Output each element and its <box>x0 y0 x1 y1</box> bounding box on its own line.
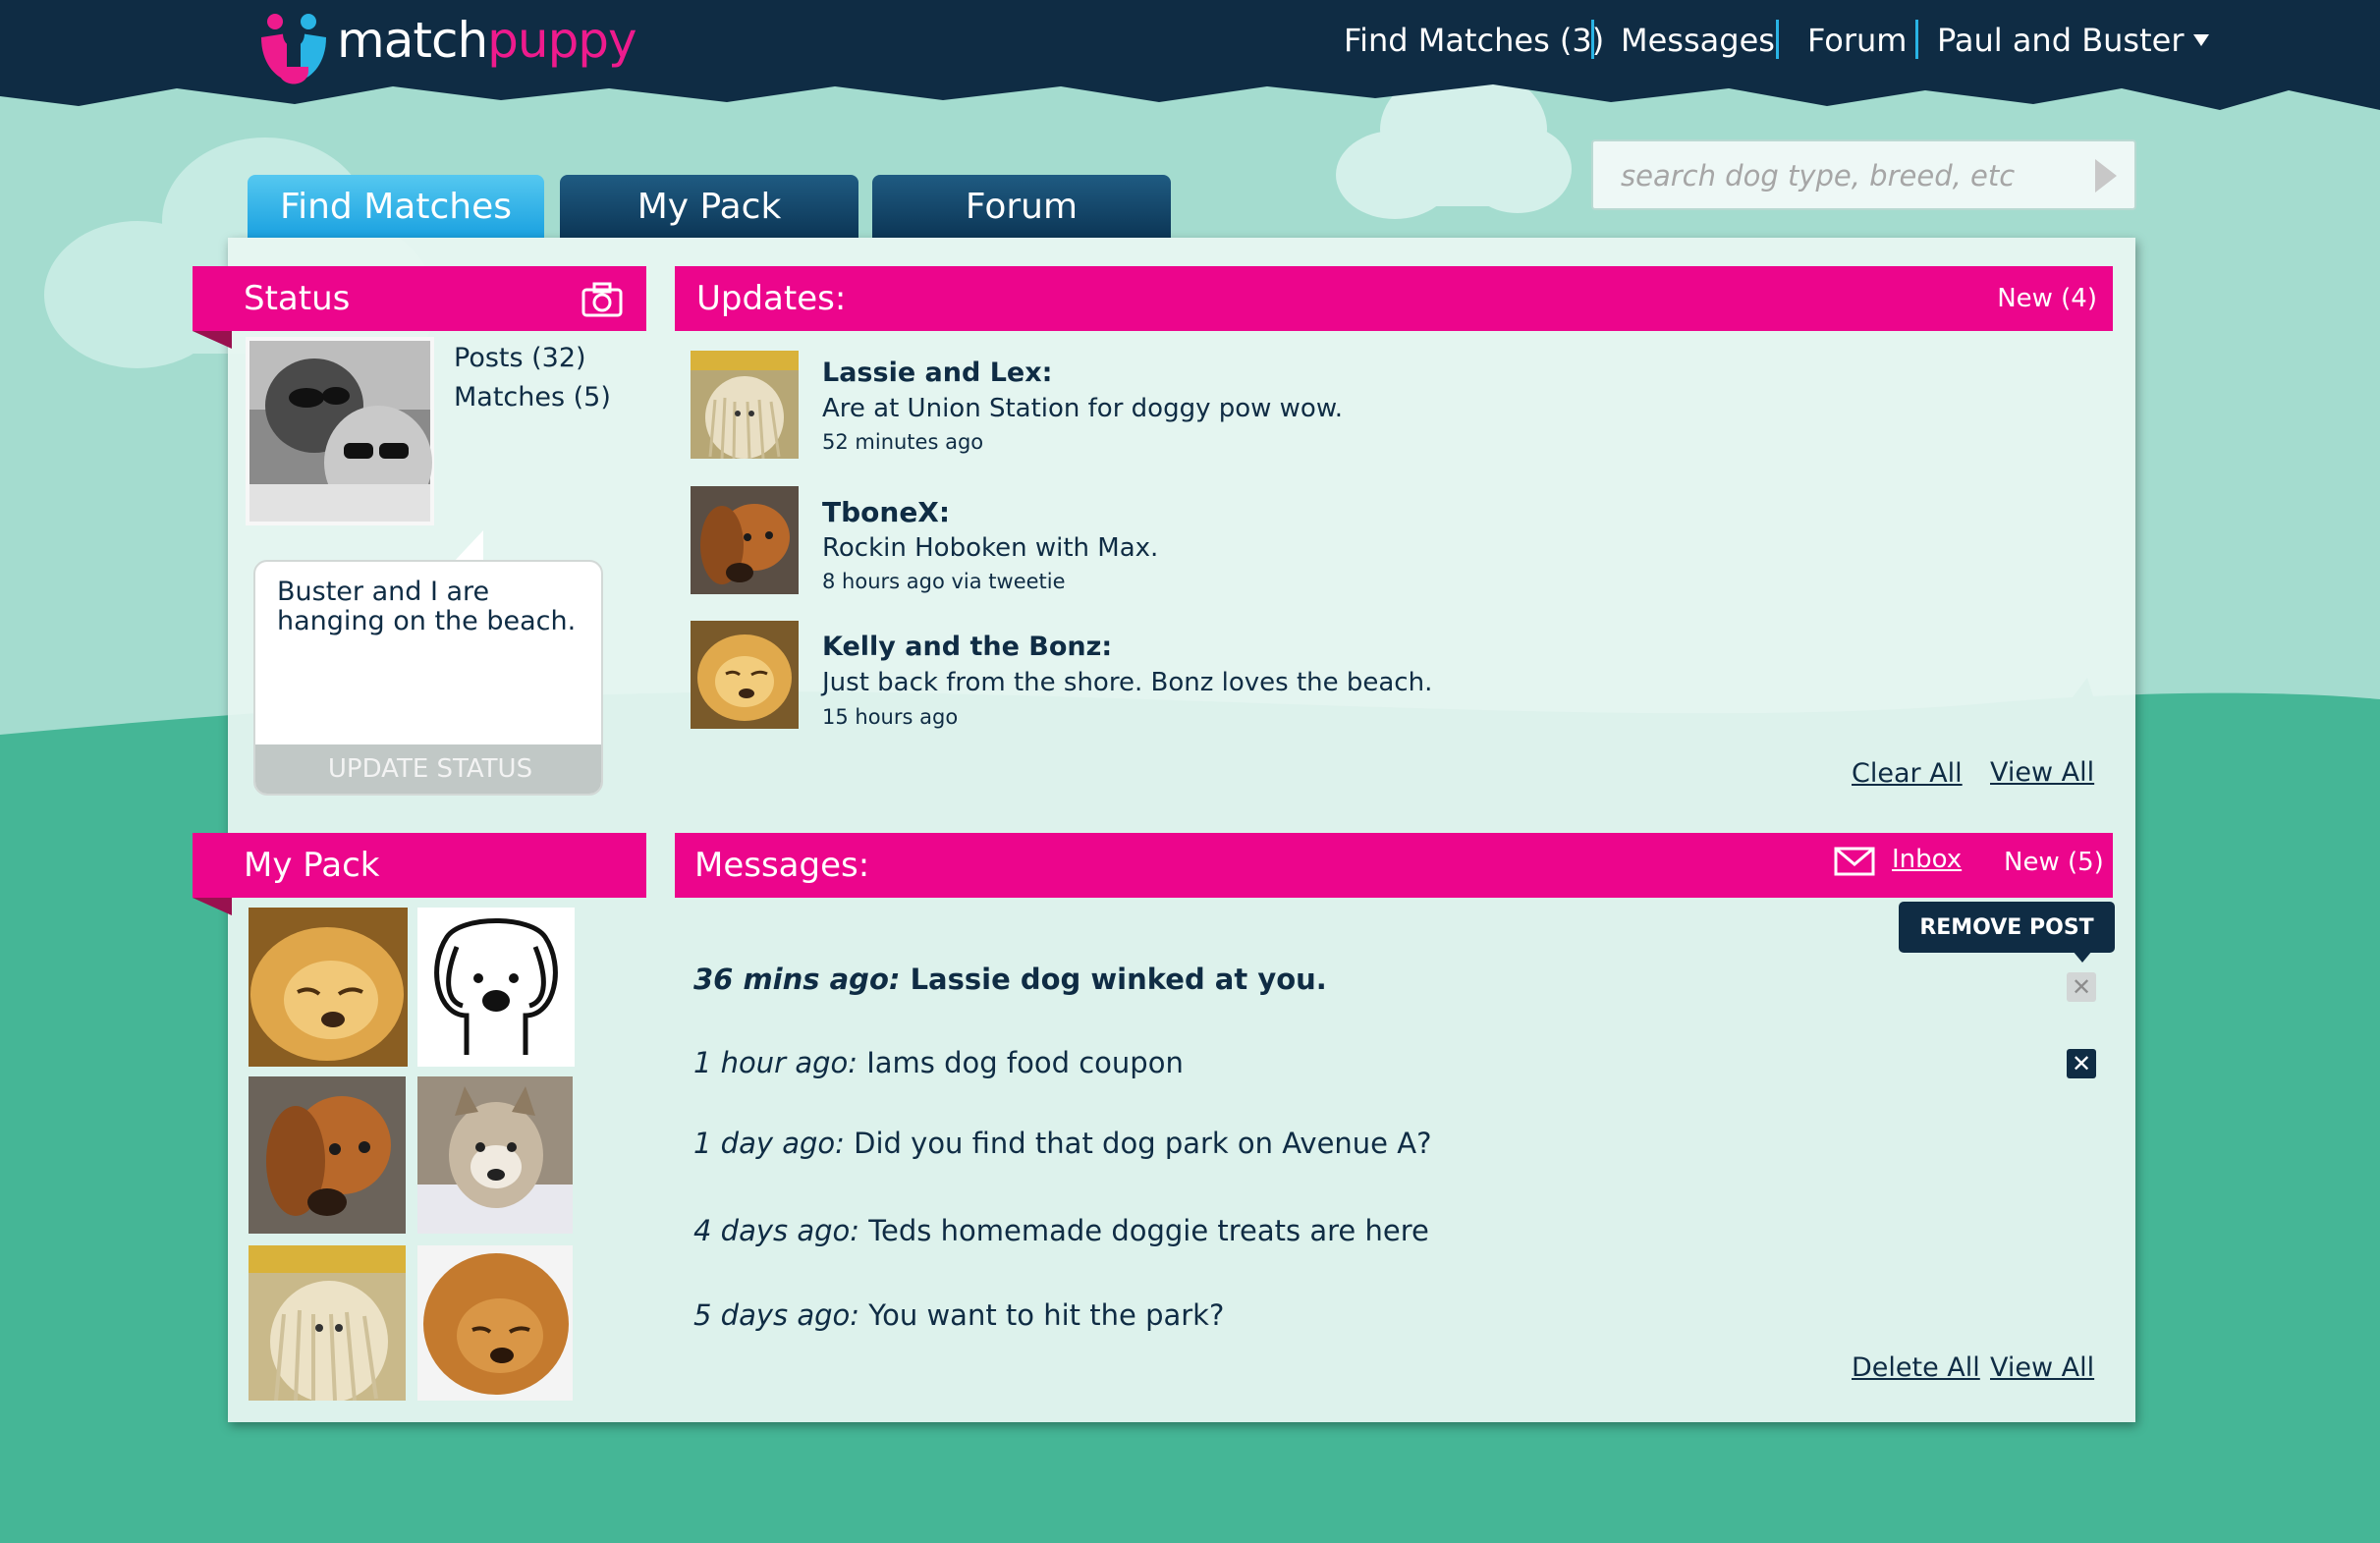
update-photo-bonz[interactable] <box>691 621 799 729</box>
updates-header: Updates: New (4) <box>675 266 2113 331</box>
messages-new-count[interactable]: New (5) <box>2004 848 2104 877</box>
message-text: Lassie dog winked at you. <box>910 963 1327 996</box>
nav-divider <box>1776 20 1779 59</box>
pack-dog-4[interactable] <box>249 1245 406 1401</box>
matches-count[interactable]: Matches (5) <box>454 382 611 413</box>
user-menu[interactable]: Paul and Buster <box>1937 18 2210 63</box>
remove-message-icon[interactable]: ✕ <box>2067 972 2096 1002</box>
message-text: Teds homemade doggie treats are here <box>868 1214 1429 1247</box>
topnav-forum[interactable]: Forum <box>1807 18 1907 63</box>
nav-divider <box>1915 20 1918 59</box>
search-submit-icon[interactable] <box>2095 159 2117 193</box>
remove-post-tooltip: REMOVE POST <box>1899 902 2115 953</box>
message-time: 5 days ago: <box>693 1298 860 1332</box>
updates-new-count[interactable]: New (4) <box>1997 284 2097 313</box>
updates-view-all-link[interactable]: View All <box>1990 757 2094 788</box>
message-text: Iams dog food coupon <box>866 1046 1184 1079</box>
tab-forum[interactable]: Forum <box>872 175 1171 238</box>
message-row[interactable]: 5 days ago: You want to hit the park? <box>693 1298 1224 1332</box>
update-author[interactable]: Lassie and Lex: <box>822 358 1052 388</box>
topnav-find-matches[interactable]: Find Matches (3) <box>1344 18 1604 63</box>
posts-count[interactable]: Posts (32) <box>454 343 586 373</box>
status-bubble: Buster and I are hanging on the beach. U… <box>253 560 603 796</box>
tooltip-arrow <box>2073 951 2092 963</box>
tab-find-matches[interactable]: Find Matches <box>248 175 544 238</box>
status-text[interactable]: Buster and I are hanging on the beach. <box>277 578 591 636</box>
user-menu-label: Paul and Buster <box>1937 22 2185 59</box>
search-input[interactable] <box>1593 141 2094 210</box>
search-box <box>1591 139 2136 210</box>
inbox-link[interactable]: Inbox <box>1892 845 1962 874</box>
clear-all-link[interactable]: Clear All <box>1852 758 1963 789</box>
remove-message-icon[interactable]: ✕ <box>2067 1049 2096 1078</box>
update-time: 15 hours ago <box>822 705 959 729</box>
envelope-icon[interactable] <box>1834 847 1875 876</box>
topnav-messages[interactable]: Messages <box>1621 18 1775 63</box>
message-time: 1 day ago: <box>693 1127 845 1160</box>
update-time: 8 hours ago via tweetie <box>822 570 1066 593</box>
pack-dog-5[interactable] <box>417 1245 573 1401</box>
avatar <box>246 337 434 525</box>
nav-divider <box>1591 20 1594 59</box>
update-text: Are at Union Station for doggy pow wow. <box>822 394 1343 423</box>
update-photo-lassie[interactable] <box>691 351 799 459</box>
pack-dog-drawing[interactable] <box>417 908 575 1067</box>
message-text: Did you find that dog park on Avenue A? <box>854 1127 1432 1160</box>
update-text: Just back from the shore. Bonz loves the… <box>822 668 1433 697</box>
message-time: 1 hour ago: <box>693 1046 858 1079</box>
camera-icon[interactable] <box>581 282 623 317</box>
status-title: Status <box>244 279 351 318</box>
chevron-down-icon <box>2193 34 2210 46</box>
messages-title: Messages: <box>694 846 870 885</box>
message-time: 36 mins ago: <box>693 963 901 996</box>
update-photo-tbonex[interactable] <box>691 486 799 594</box>
message-row[interactable]: 1 hour ago: Iams dog food coupon <box>693 1046 1184 1079</box>
message-time: 4 days ago: <box>693 1214 860 1247</box>
status-header: Status <box>193 266 646 331</box>
bubble-tail <box>452 530 483 564</box>
delete-all-link[interactable]: Delete All <box>1852 1352 1980 1383</box>
pack-dog-3[interactable] <box>417 1076 573 1234</box>
pack-header: My Pack <box>193 833 646 898</box>
brand-logo-text[interactable]: matchpuppy <box>337 12 637 69</box>
header-fold <box>193 331 232 349</box>
logo-icon[interactable] <box>257 12 330 94</box>
messages-view-all-link[interactable]: View All <box>1990 1352 2094 1383</box>
header-fold <box>193 898 232 915</box>
update-time: 52 minutes ago <box>822 430 984 454</box>
update-text: Rockin Hoboken with Max. <box>822 533 1159 563</box>
message-row[interactable]: 36 mins ago: Lassie dog winked at you. <box>693 963 1327 996</box>
pack-title: My Pack <box>244 846 380 885</box>
update-author[interactable]: Kelly and the Bonz: <box>822 632 1112 662</box>
pack-dog-1[interactable] <box>249 908 408 1067</box>
tab-my-pack[interactable]: My Pack <box>560 175 858 238</box>
pack-dog-2[interactable] <box>249 1076 406 1234</box>
message-row[interactable]: 4 days ago: Teds homemade doggie treats … <box>693 1214 1429 1247</box>
updates-title: Updates: <box>696 279 847 318</box>
message-text: You want to hit the park? <box>868 1298 1225 1332</box>
message-row[interactable]: 1 day ago: Did you find that dog park on… <box>693 1127 1431 1160</box>
update-status-button[interactable]: UPDATE STATUS <box>255 744 601 794</box>
update-author[interactable]: TboneX: <box>822 496 950 528</box>
